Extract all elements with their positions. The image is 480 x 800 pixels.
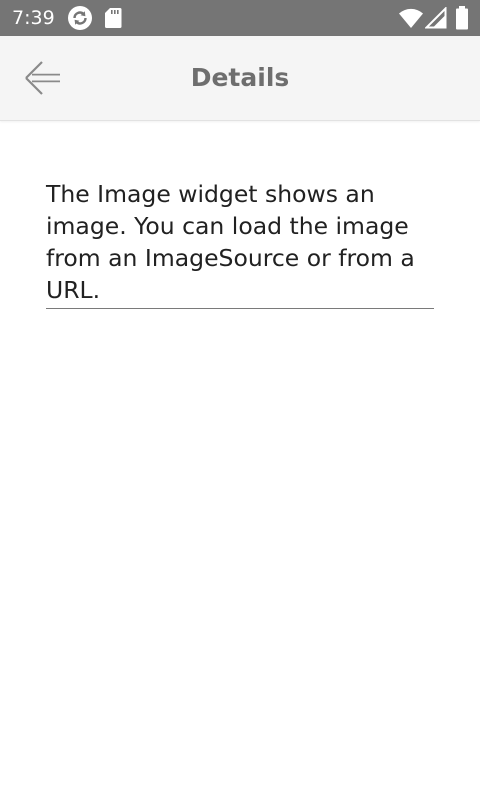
battery-icon	[456, 6, 468, 30]
sync-icon	[68, 6, 92, 30]
sd-card-icon	[105, 8, 122, 28]
arrow-left-icon	[25, 61, 60, 95]
page-title: Details	[190, 63, 290, 92]
description-field[interactable]: The Image widget shows an image. You can…	[46, 178, 434, 309]
app-bar: Details	[0, 36, 480, 121]
status-bar: 7:39	[0, 0, 480, 36]
back-button[interactable]	[14, 56, 70, 100]
status-time: 7:39	[12, 7, 55, 29]
cellular-signal-icon	[425, 7, 447, 29]
wifi-icon	[399, 8, 423, 29]
